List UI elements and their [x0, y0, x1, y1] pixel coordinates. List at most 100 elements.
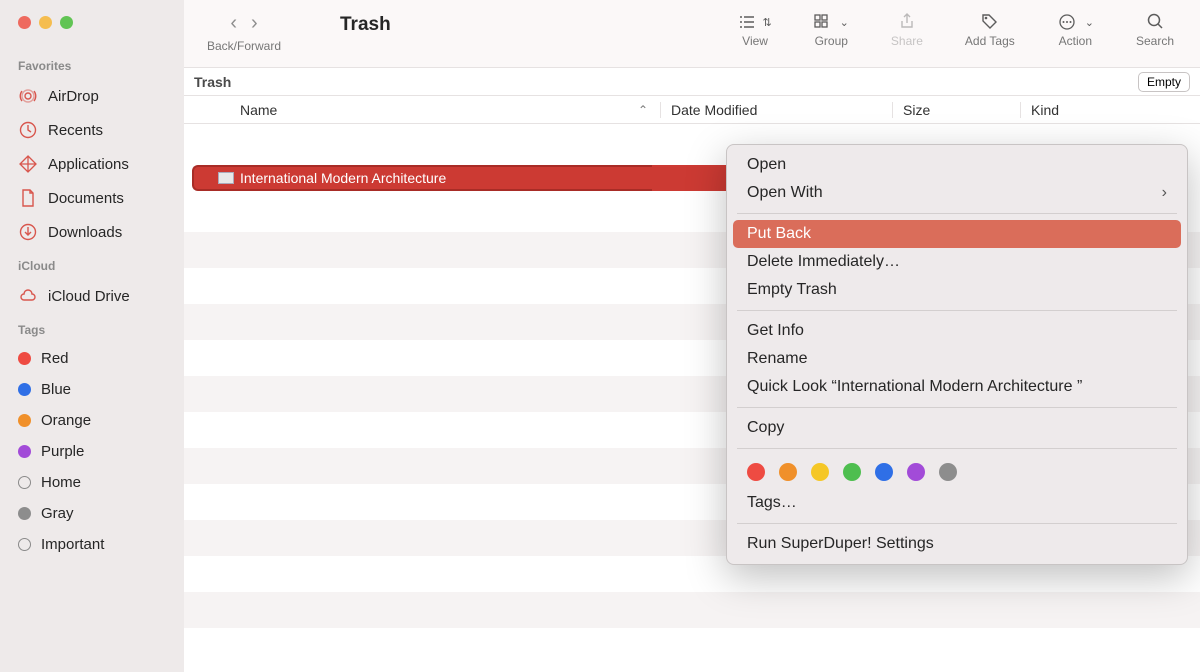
ctx-empty-trash[interactable]: Empty Trash	[727, 276, 1187, 304]
window-title: Trash	[304, 12, 391, 36]
tag-swatch-purple[interactable]	[907, 463, 925, 481]
view-menu[interactable]: ⇅ View	[738, 12, 771, 48]
minimize-button[interactable]	[39, 16, 52, 29]
context-menu: Open Open With› Put Back Delete Immediat…	[726, 144, 1188, 565]
toolbar-label: Group	[815, 34, 848, 48]
empty-trash-button[interactable]: Empty	[1138, 72, 1190, 92]
path-bar: Trash Empty	[184, 68, 1200, 96]
sidebar-section-tags: Tags	[0, 313, 184, 343]
column-header-date[interactable]: Date Modified	[660, 102, 892, 118]
file-icon	[218, 172, 234, 184]
ctx-run-superduper[interactable]: Run SuperDuper! Settings	[727, 530, 1187, 558]
sidebar-item-airdrop[interactable]: AirDrop	[0, 79, 184, 113]
separator	[737, 523, 1177, 524]
tag-swatch-yellow[interactable]	[811, 463, 829, 481]
main-area: ‹ › Back/Forward Trash ⇅ View ⌄ Group Sh…	[184, 0, 1200, 672]
group-menu[interactable]: ⌄ Group	[814, 12, 849, 48]
sidebar-tag-purple[interactable]: Purple	[0, 436, 184, 467]
tag-dot-icon	[18, 352, 31, 365]
ctx-rename[interactable]: Rename	[727, 345, 1187, 373]
ctx-put-back[interactable]: Put Back	[733, 220, 1181, 248]
tag-dot-icon	[18, 538, 31, 551]
ctx-tags[interactable]: Tags…	[727, 489, 1187, 517]
chevron-right-icon: ›	[1162, 184, 1167, 202]
sort-chevron-icon: ⌃	[638, 103, 648, 117]
toolbar: ‹ › Back/Forward Trash ⇅ View ⌄ Group Sh…	[184, 0, 1200, 68]
separator	[737, 213, 1177, 214]
close-button[interactable]	[18, 16, 31, 29]
window-controls	[0, 12, 184, 49]
forward-button[interactable]: ›	[251, 12, 258, 35]
sidebar-item-recents[interactable]: Recents	[0, 113, 184, 147]
ctx-copy[interactable]: Copy	[727, 414, 1187, 442]
sidebar-section-icloud: iCloud	[0, 249, 184, 279]
doc-icon	[18, 188, 38, 208]
sidebar-item-documents[interactable]: Documents	[0, 181, 184, 215]
sidebar-item-label: Orange	[41, 412, 91, 429]
sidebar-item-label: Gray	[41, 505, 74, 522]
download-icon	[18, 222, 38, 242]
sidebar-item-label: Important	[41, 536, 104, 553]
column-header-name[interactable]: Name⌃	[184, 102, 660, 118]
tag-swatch-green[interactable]	[843, 463, 861, 481]
sidebar-item-label: Home	[41, 474, 81, 491]
tag-dot-icon	[18, 414, 31, 427]
search-button[interactable]: Search	[1136, 12, 1174, 48]
separator	[737, 407, 1177, 408]
sidebar-item-label: Purple	[41, 443, 84, 460]
column-header-size[interactable]: Size	[892, 102, 1020, 118]
share-icon	[898, 12, 916, 30]
tag-dot-icon	[18, 476, 31, 489]
sidebar-item-label: Red	[41, 350, 69, 367]
sidebar-item-applications[interactable]: Applications	[0, 147, 184, 181]
sidebar-section-favorites: Favorites	[0, 49, 184, 79]
chevron-down-icon: ⌄	[840, 16, 849, 29]
tag-swatch-blue[interactable]	[875, 463, 893, 481]
grid-icon	[814, 14, 832, 30]
ctx-open-with[interactable]: Open With›	[727, 179, 1187, 207]
ctx-get-info[interactable]: Get Info	[727, 317, 1187, 345]
chevron-down-icon: ⌄	[1085, 16, 1094, 29]
toolbar-label: View	[742, 34, 768, 48]
ctx-quick-look[interactable]: Quick Look “International Modern Archite…	[727, 373, 1187, 401]
tag-swatch-gray[interactable]	[939, 463, 957, 481]
add-tags-button[interactable]: Add Tags	[965, 12, 1015, 48]
toolbar-label: Search	[1136, 34, 1174, 48]
ctx-delete-immediately[interactable]: Delete Immediately…	[727, 248, 1187, 276]
action-menu[interactable]: ⌄ Action	[1057, 12, 1094, 48]
tag-swatch-orange[interactable]	[779, 463, 797, 481]
sidebar-item-label: Applications	[48, 156, 129, 173]
updown-icon: ⇅	[762, 16, 771, 29]
sidebar-tag-gray[interactable]: Gray	[0, 498, 184, 529]
tag-swatch-red[interactable]	[747, 463, 765, 481]
sidebar-item-label: Documents	[48, 190, 124, 207]
sidebar-tag-home[interactable]: Home	[0, 467, 184, 498]
clock-icon	[18, 120, 38, 140]
sidebar-item-label: Recents	[48, 122, 103, 139]
zoom-button[interactable]	[60, 16, 73, 29]
sidebar-tag-red[interactable]: Red	[0, 343, 184, 374]
toolbar-label: Action	[1059, 34, 1092, 48]
ctx-tag-colors	[727, 455, 1187, 489]
ctx-open[interactable]: Open	[727, 151, 1187, 179]
sidebar-item-label: Downloads	[48, 224, 122, 241]
back-button[interactable]: ‹	[230, 12, 237, 35]
cloud-icon	[18, 286, 38, 306]
sidebar-tag-orange[interactable]: Orange	[0, 405, 184, 436]
tag-dot-icon	[18, 383, 31, 396]
sidebar-tag-important[interactable]: Important	[0, 529, 184, 560]
file-name: International Modern Architecture	[240, 170, 446, 186]
airdrop-icon	[18, 86, 38, 106]
search-icon	[1146, 12, 1164, 30]
share-button: Share	[891, 12, 923, 48]
tag-dot-icon	[18, 507, 31, 520]
sidebar-item-downloads[interactable]: Downloads	[0, 215, 184, 249]
sidebar-item-label: iCloud Drive	[48, 288, 130, 305]
toolbar-label: Share	[891, 34, 923, 48]
sidebar: Favorites AirDrop Recents Applications D…	[0, 0, 184, 672]
toolbar-label: Back/Forward	[207, 39, 281, 53]
sidebar-tag-blue[interactable]: Blue	[0, 374, 184, 405]
column-header-kind[interactable]: Kind	[1020, 102, 1200, 118]
apps-icon	[18, 154, 38, 174]
sidebar-item-icloud-drive[interactable]: iCloud Drive	[0, 279, 184, 313]
